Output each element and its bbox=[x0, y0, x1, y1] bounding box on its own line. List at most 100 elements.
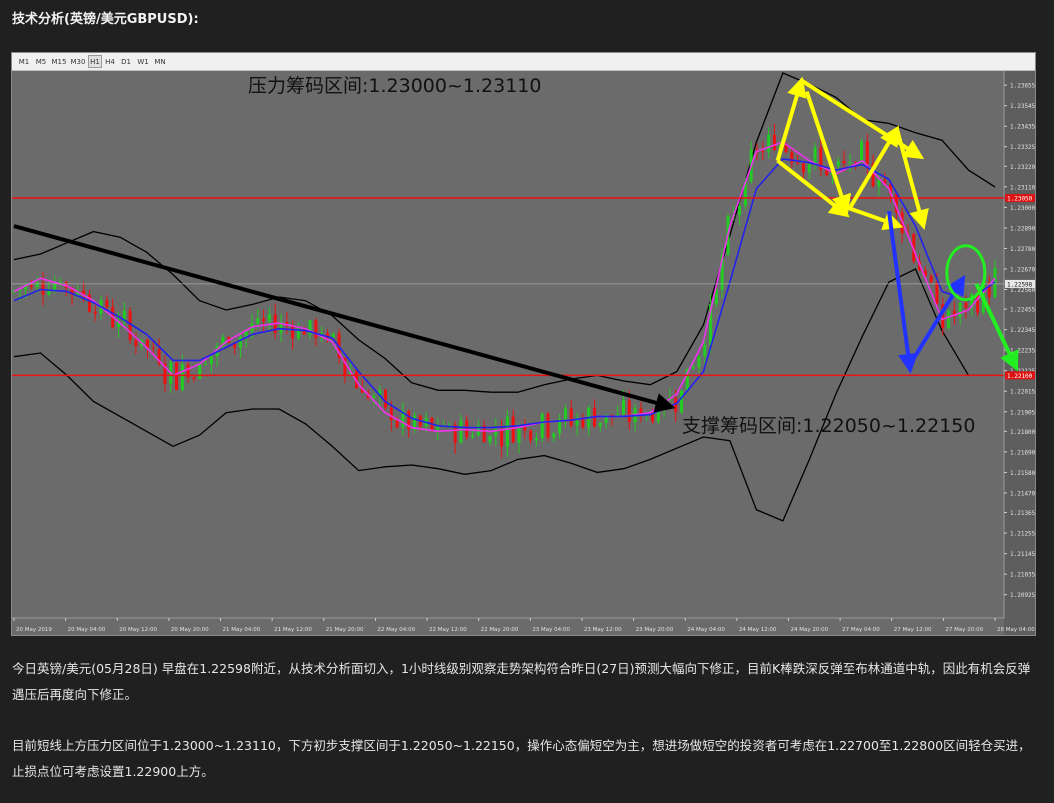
candle-body bbox=[947, 310, 951, 329]
candle-body bbox=[35, 282, 39, 288]
y-tick-label: 1.21255 bbox=[1010, 531, 1035, 538]
candle-body bbox=[151, 347, 155, 349]
candle-body bbox=[256, 318, 260, 324]
x-tick-label: 23 May 12:00 bbox=[584, 627, 622, 633]
candle-body bbox=[105, 300, 109, 308]
timeframe-d1-button[interactable]: D1 bbox=[118, 55, 134, 68]
y-tick-label: 1.23220 bbox=[1010, 164, 1035, 171]
y-tick-label: 1.21035 bbox=[1010, 572, 1035, 579]
y-tick-label: 1.20925 bbox=[1010, 592, 1035, 599]
y-tick-label: 1.23110 bbox=[1010, 184, 1035, 191]
y-tick-label: 1.21800 bbox=[1010, 429, 1035, 436]
y-tick-label: 1.22455 bbox=[1010, 307, 1035, 314]
candle-body bbox=[627, 400, 631, 423]
candle-body bbox=[134, 339, 138, 346]
x-tick-label: 20 May 12:00 bbox=[119, 627, 157, 633]
candle-body bbox=[175, 362, 179, 390]
y-tick-label: 1.21580 bbox=[1010, 470, 1035, 477]
y-tick-label: 1.22670 bbox=[1010, 266, 1035, 273]
candle-body bbox=[540, 413, 544, 439]
y-tick-label: 1.22780 bbox=[1010, 246, 1035, 253]
candle-body bbox=[459, 420, 463, 443]
candle-body bbox=[865, 141, 869, 164]
y-tick-label: 1.23000 bbox=[1010, 205, 1035, 212]
plot-background bbox=[12, 71, 1004, 620]
timeframe-h1-button[interactable]: H1 bbox=[88, 55, 102, 68]
x-tick-label: 24 May 12:00 bbox=[739, 627, 777, 633]
candle-body bbox=[291, 325, 295, 339]
y-tick-label: 1.21470 bbox=[1010, 490, 1035, 497]
candle-body bbox=[488, 436, 492, 443]
candle-body bbox=[238, 337, 242, 348]
candle-body bbox=[471, 435, 475, 437]
y-tick-label: 1.23325 bbox=[1010, 144, 1035, 151]
candle-body bbox=[198, 364, 202, 380]
candle-body bbox=[511, 416, 515, 443]
candle-body bbox=[859, 141, 863, 163]
candle-body bbox=[372, 395, 376, 398]
candle-body bbox=[534, 438, 538, 441]
candle-body bbox=[958, 302, 962, 317]
current-price-tag-text: 1.22598 bbox=[1007, 281, 1033, 288]
candle-body bbox=[389, 407, 393, 421]
y-tick-label: 1.22015 bbox=[1010, 389, 1035, 396]
support-price-tag-text: 1.22100 bbox=[1007, 373, 1033, 380]
candle-body bbox=[546, 413, 550, 438]
timeframe-m30-button[interactable]: M30 bbox=[69, 55, 87, 68]
candle-body bbox=[180, 364, 184, 390]
candle-body bbox=[772, 134, 776, 150]
x-tick-label: 20 May 2019 bbox=[16, 627, 52, 633]
analysis-paragraph-1: 今日英镑/美元(05月28日) 早盘在1.22598附近，从技术分析面切入，1小… bbox=[12, 661, 1031, 702]
x-tick-label: 27 May 20:00 bbox=[945, 627, 983, 633]
candle-body bbox=[500, 429, 504, 447]
y-tick-label: 1.21365 bbox=[1010, 510, 1035, 517]
timeframe-h4-button[interactable]: H4 bbox=[103, 55, 117, 68]
y-tick-label: 1.23435 bbox=[1010, 124, 1035, 131]
candle-body bbox=[680, 390, 684, 413]
candle-body bbox=[767, 134, 771, 152]
y-tick-label: 1.21905 bbox=[1010, 409, 1035, 416]
x-tick-label: 20 May 04:00 bbox=[68, 627, 106, 633]
candle-body bbox=[314, 320, 318, 338]
candle-body bbox=[517, 426, 521, 443]
timeframe-m15-button[interactable]: M15 bbox=[50, 55, 68, 68]
candle-body bbox=[964, 302, 968, 308]
x-tick-label: 20 May 20:00 bbox=[171, 627, 209, 633]
candle-body bbox=[761, 150, 765, 152]
support-zone-label: 支撑筹码区间:1.22050~1.22150 bbox=[682, 415, 975, 437]
candle-body bbox=[842, 160, 846, 164]
candle-body bbox=[569, 408, 573, 426]
candle-body bbox=[296, 330, 300, 339]
candle-body bbox=[93, 311, 97, 314]
x-tick-label: 27 May 12:00 bbox=[894, 627, 932, 633]
y-tick-label: 1.22890 bbox=[1010, 225, 1035, 232]
x-tick-label: 21 May 04:00 bbox=[223, 627, 261, 633]
candle-body bbox=[395, 420, 399, 428]
y-tick-label: 1.22235 bbox=[1010, 348, 1035, 355]
candle-body bbox=[929, 276, 933, 283]
candle-body bbox=[703, 344, 707, 357]
x-tick-label: 23 May 04:00 bbox=[532, 627, 570, 633]
candle-body bbox=[523, 426, 527, 431]
candle-body bbox=[836, 160, 840, 167]
chart-panel: 1.23655 1.23545 1.23435 1.23325 1.23220 1.231… bbox=[11, 52, 1036, 636]
y-tick-label: 1.21690 bbox=[1010, 449, 1035, 456]
page-heading: 技术分析(英镑/美元GBPUSD): bbox=[12, 12, 199, 27]
candle-body bbox=[691, 366, 695, 369]
x-tick-label: 21 May 12:00 bbox=[274, 627, 312, 633]
candle-body bbox=[29, 285, 33, 288]
candle-body bbox=[267, 314, 271, 322]
timeframe-m1-button[interactable]: M1 bbox=[16, 55, 32, 68]
timeframe-w1-button[interactable]: W1 bbox=[135, 55, 151, 68]
candle-body bbox=[877, 180, 881, 187]
candle-body bbox=[598, 422, 602, 427]
candle-body bbox=[505, 416, 509, 447]
candle-body bbox=[204, 364, 208, 366]
candle-body bbox=[563, 408, 567, 420]
resistance-price-tag-text: 1.23050 bbox=[1007, 196, 1033, 203]
timeframe-mn-button[interactable]: MN bbox=[152, 55, 168, 68]
candle-body bbox=[935, 282, 939, 305]
timeframe-m5-button[interactable]: M5 bbox=[33, 55, 49, 68]
x-tick-label: 27 May 04:00 bbox=[842, 627, 880, 633]
candle-body bbox=[529, 430, 533, 441]
